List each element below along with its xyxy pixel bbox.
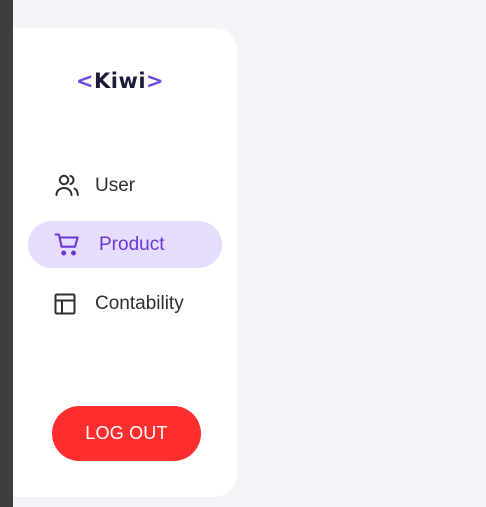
users-icon bbox=[52, 171, 82, 201]
sidebar-item-user[interactable]: User bbox=[28, 162, 222, 209]
sidebar-item-label: Contability bbox=[95, 293, 184, 314]
table-icon bbox=[50, 289, 80, 319]
left-edge-strip bbox=[0, 0, 13, 507]
sidebar-item-label: User bbox=[95, 175, 136, 196]
sidebar-item-product[interactable]: Product bbox=[28, 221, 222, 268]
app-window: < Kiwi > User Product Contability LOG OU… bbox=[0, 0, 486, 507]
sidebar-item-contability[interactable]: Contability bbox=[28, 280, 222, 327]
sidebar: < Kiwi > User Product Contability LOG OU… bbox=[13, 28, 237, 497]
main-content-area bbox=[237, 0, 486, 507]
cart-icon bbox=[52, 230, 82, 260]
logout-button[interactable]: LOG OUT bbox=[52, 406, 201, 461]
sidebar-item-label: Product bbox=[99, 234, 165, 255]
